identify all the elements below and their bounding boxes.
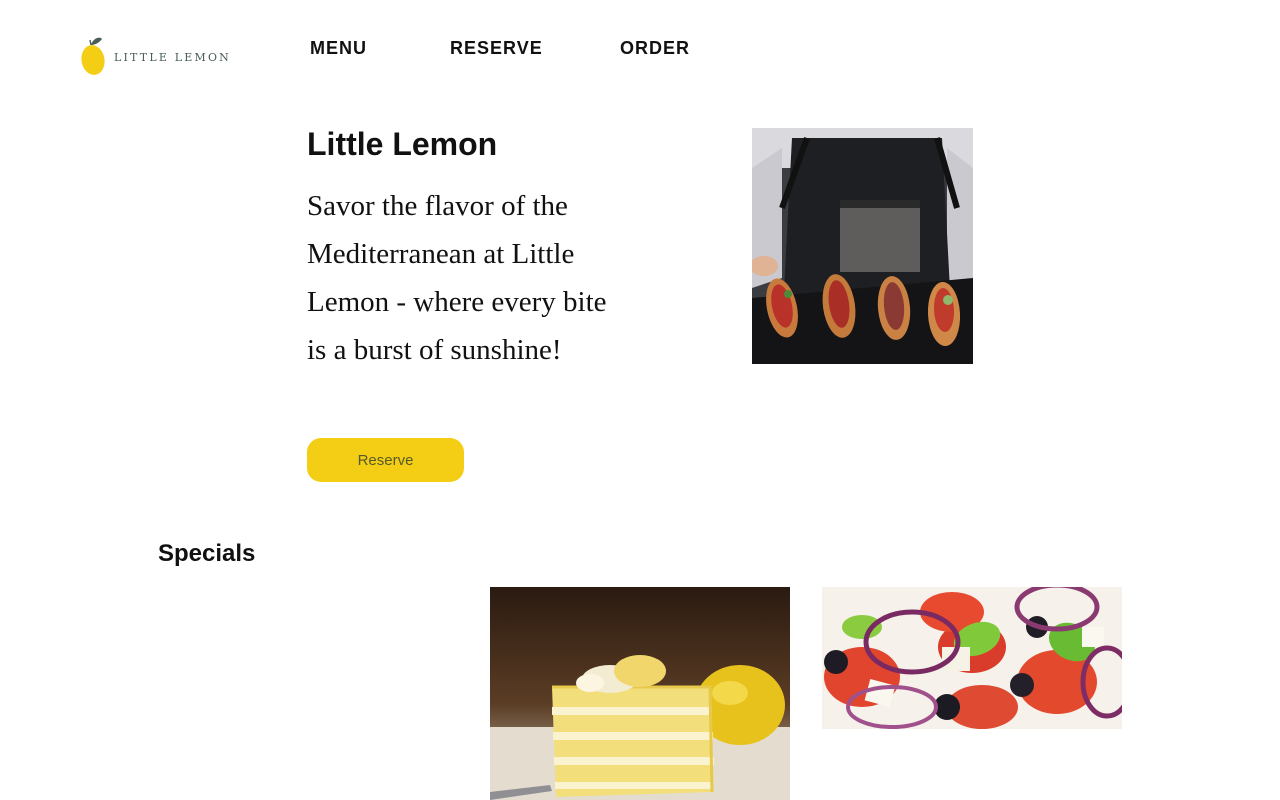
lemon-logo-icon	[81, 37, 105, 75]
logo-text: LITTLE LEMON	[114, 50, 231, 64]
main-nav: MENU RESERVE ORDER	[310, 38, 710, 59]
special-image-lemon-cake[interactable]	[490, 587, 790, 800]
logo[interactable]: LITTLE LEMON	[80, 34, 231, 78]
reserve-button[interactable]: Reserve	[307, 438, 464, 482]
special-image-greek-salad[interactable]	[822, 587, 1122, 729]
nav-order-link[interactable]: ORDER	[620, 38, 710, 59]
nav-menu-link[interactable]: MENU	[310, 38, 450, 59]
specials-heading: Specials	[158, 540, 256, 567]
hero-image-chef-bruschetta	[752, 128, 973, 364]
nav-reserve-link[interactable]: RESERVE	[450, 38, 620, 59]
hero-description: Savor the flavor of the Mediterranean at…	[307, 190, 607, 366]
hero-title: Little Lemon	[307, 126, 498, 162]
